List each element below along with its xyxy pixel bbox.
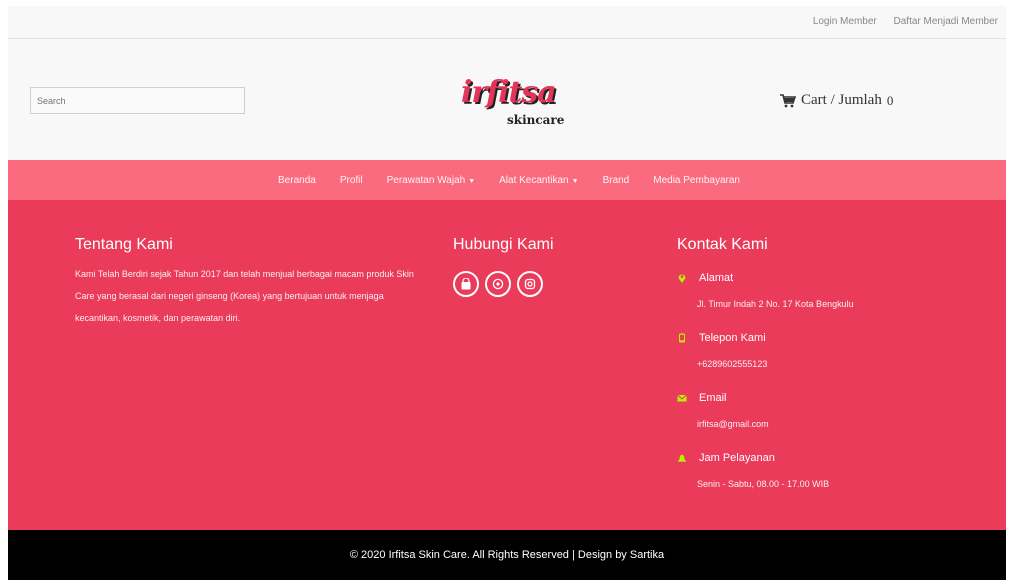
cart-count: 0 (886, 92, 894, 108)
phone-label-row: Telepon Kami (677, 332, 766, 344)
phone-value: +6289602555123 (697, 359, 768, 369)
logo-subtitle: skincare (507, 113, 565, 127)
header: irfitsa skincare Cart / Jumlah 0 (8, 39, 1006, 160)
logo[interactable]: irfitsa skincare (453, 73, 583, 135)
nav-alat-kecantikan-label: Alat Kecantikan (499, 174, 569, 186)
nav-perawatan-wajah[interactable]: Perawatan Wajah ▼ (387, 175, 476, 186)
page: Login Member Daftar Menjadi Member irfit… (8, 6, 1006, 580)
register-member-link[interactable]: Daftar Menjadi Member (894, 16, 998, 27)
cart-link[interactable]: Cart / Jumlah 0 (780, 92, 893, 109)
email-label: Email (699, 392, 727, 404)
map-marker-icon (678, 274, 686, 283)
phone-label: Telepon Kami (699, 332, 766, 344)
nav-beranda[interactable]: Beranda (278, 175, 316, 186)
cart-label: Cart / Jumlah (801, 92, 882, 108)
logo-script-text: irfitsa (461, 75, 557, 110)
envelope-icon (677, 394, 687, 402)
address-label: Alamat (699, 272, 734, 284)
instagram-icon[interactable] (517, 271, 543, 297)
chevron-down-icon: ▼ (468, 177, 476, 185)
nav-perawatan-wajah-label: Perawatan Wajah (386, 174, 466, 186)
shopping-cart-icon (780, 93, 796, 107)
contact-us-title: Hubungi Kami (453, 236, 554, 253)
top-bar: Login Member Daftar Menjadi Member (8, 6, 1006, 39)
copyright-bar: © 2020 Irfitsa Skin Care. All Rights Res… (8, 530, 1006, 580)
contact-info-title: Kontak Kami (677, 236, 768, 253)
nav-brand[interactable]: Brand (603, 175, 630, 186)
bell-icon (678, 454, 686, 462)
member-links: Login Member Daftar Menjadi Member (799, 16, 998, 27)
main-nav: Beranda Profil Perawatan Wajah ▼ Alat Kec… (8, 160, 1006, 200)
about-title: Tentang Kami (75, 236, 173, 253)
phone-icon (679, 333, 685, 343)
hours-label-row: Jam Pelayanan (677, 452, 775, 464)
nav-profil[interactable]: Profil (340, 175, 363, 186)
about-text: Kami Telah Berdiri sejak Tahun 2017 dan … (75, 269, 414, 323)
copyright-text: © 2020 Irfitsa Skin Care. All Rights Res… (349, 549, 665, 561)
chevron-down-icon: ▼ (571, 177, 579, 185)
nav-media-pembayaran[interactable]: Media Pembayaran (653, 175, 740, 186)
email-value[interactable]: irfitsa@gmail.com (697, 419, 769, 429)
email-label-row: Email (677, 392, 727, 404)
whatsapp-icon[interactable] (485, 271, 511, 297)
address-value: Jl. Timur Indah 2 No. 17 Kota Bengkulu (697, 299, 854, 309)
hours-label: Jam Pelayanan (699, 452, 775, 464)
address-label-row: Alamat (677, 272, 733, 284)
hours-value: Senin - Sabtu, 08.00 - 17.00 WIB (697, 479, 830, 489)
login-member-link[interactable]: Login Member (813, 16, 877, 27)
nav-alat-kecantikan[interactable]: Alat Kecantikan ▼ (499, 175, 578, 186)
shopping-bag-icon[interactable] (453, 271, 479, 297)
footer: Tentang Kami Kami Telah Berdiri sejak Ta… (8, 200, 1006, 530)
search-input[interactable] (30, 87, 245, 114)
social-links (453, 271, 549, 297)
